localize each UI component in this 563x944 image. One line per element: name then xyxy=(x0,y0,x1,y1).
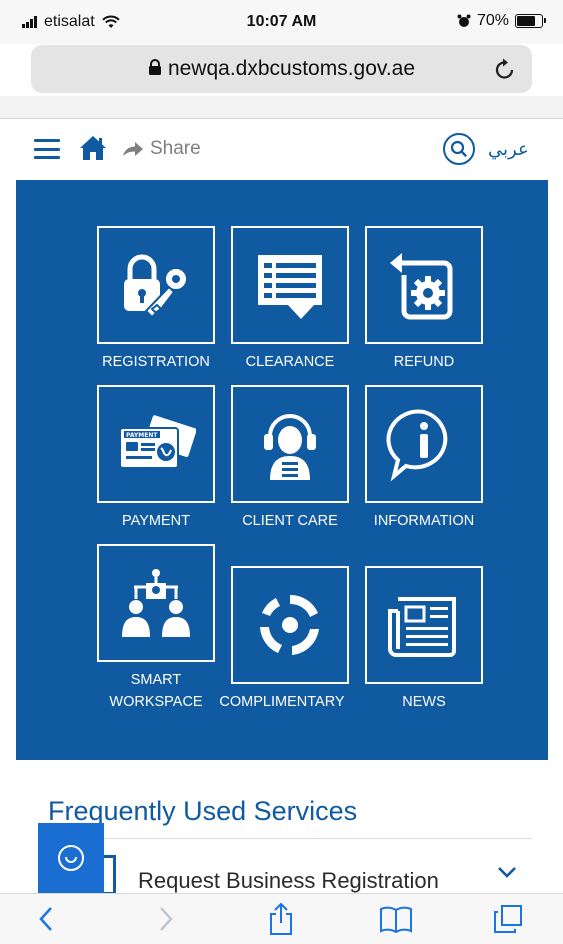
menu-icon[interactable] xyxy=(34,139,60,159)
newspaper-icon xyxy=(388,597,456,657)
divider xyxy=(48,838,532,839)
book-icon xyxy=(380,906,412,933)
circular-arrows-icon xyxy=(260,594,319,655)
back-button[interactable] xyxy=(28,901,64,937)
search-icon xyxy=(450,140,467,157)
service-item-label[interactable]: Request Business Registration xyxy=(138,868,439,894)
headset-agent-icon xyxy=(264,414,316,480)
tile-news-label[interactable]: NEWS xyxy=(402,691,446,713)
address-bar[interactable]: newqa.dxbcustoms.gov.ae xyxy=(31,45,532,93)
tile-payment-label[interactable]: PAYMENT xyxy=(122,510,190,532)
info-bubble-icon xyxy=(386,409,448,482)
alarm-icon xyxy=(457,14,471,27)
tile-payment[interactable]: PAYMENT xyxy=(97,385,215,503)
lock-icon xyxy=(148,59,161,75)
tile-smart-workspace-label-line2: WORKSPACE xyxy=(109,694,203,710)
tile-client-care-label[interactable]: CLIENT CARE xyxy=(242,510,338,532)
share-button[interactable]: Share xyxy=(122,138,201,160)
site-toolbar: Share عربي xyxy=(16,124,548,178)
bookmarks-button[interactable] xyxy=(378,901,414,937)
battery-percent: 70% xyxy=(476,12,509,29)
share-label: Share xyxy=(150,138,201,159)
chevron-left-icon xyxy=(39,907,52,931)
status-bar: etisalat 10:07 AM 70% xyxy=(0,0,563,44)
services-panel: REGISTRATION CLEARANCE REFUND PAYMENT PA… xyxy=(16,180,548,760)
tile-registration-label[interactable]: REGISTRATION xyxy=(102,351,210,373)
tile-clearance[interactable] xyxy=(231,226,349,344)
battery-icon xyxy=(515,14,546,28)
tile-smart-workspace-label-line1: SMART xyxy=(130,672,182,688)
chevron-right-icon xyxy=(160,907,173,931)
search-button[interactable] xyxy=(443,133,475,165)
page-top-edge xyxy=(0,96,563,119)
tile-registration[interactable] xyxy=(97,226,215,344)
share-arrow-icon xyxy=(123,142,143,156)
tile-information[interactable] xyxy=(365,385,483,503)
card-text: PAYMENT xyxy=(126,432,158,439)
tile-refund-label[interactable]: REFUND xyxy=(394,351,454,373)
tile-refund[interactable] xyxy=(365,226,483,344)
tile-complimentary[interactable] xyxy=(231,566,349,684)
share-icon xyxy=(270,902,292,935)
tile-client-care[interactable] xyxy=(231,385,349,503)
tile-smart-workspace[interactable] xyxy=(97,544,215,662)
chevron-down-icon[interactable] xyxy=(497,866,517,878)
language-toggle[interactable]: عربي xyxy=(488,139,529,160)
chat-button[interactable] xyxy=(38,823,104,893)
tile-information-label[interactable]: INFORMATION xyxy=(374,510,474,532)
refund-gear-icon xyxy=(390,253,453,320)
payment-card-icon: PAYMENT xyxy=(119,413,196,469)
browser-toolbar xyxy=(0,893,563,944)
workspace-people-icon xyxy=(122,569,190,637)
lock-key-icon xyxy=(124,254,188,319)
tile-clearance-label[interactable]: CLEARANCE xyxy=(246,351,335,373)
home-icon[interactable] xyxy=(78,134,108,162)
tabs-button[interactable] xyxy=(490,901,526,937)
url-text: newqa.dxbcustoms.gov.ae xyxy=(167,57,416,80)
smiley-icon xyxy=(58,845,84,871)
tabs-icon xyxy=(494,905,522,933)
tile-news[interactable] xyxy=(365,566,483,684)
reload-icon[interactable] xyxy=(494,57,516,81)
document-list-icon xyxy=(258,255,322,319)
tile-complimentary-label[interactable]: COMPLIMENTARY xyxy=(219,691,344,713)
tile-smart-workspace-label[interactable]: SMART WORKSPACE xyxy=(109,669,202,713)
battery-status: 70% xyxy=(457,12,546,30)
url-display[interactable]: newqa.dxbcustoms.gov.ae xyxy=(31,57,532,81)
forward-button[interactable] xyxy=(148,901,184,937)
share-sheet-button[interactable] xyxy=(263,901,299,937)
